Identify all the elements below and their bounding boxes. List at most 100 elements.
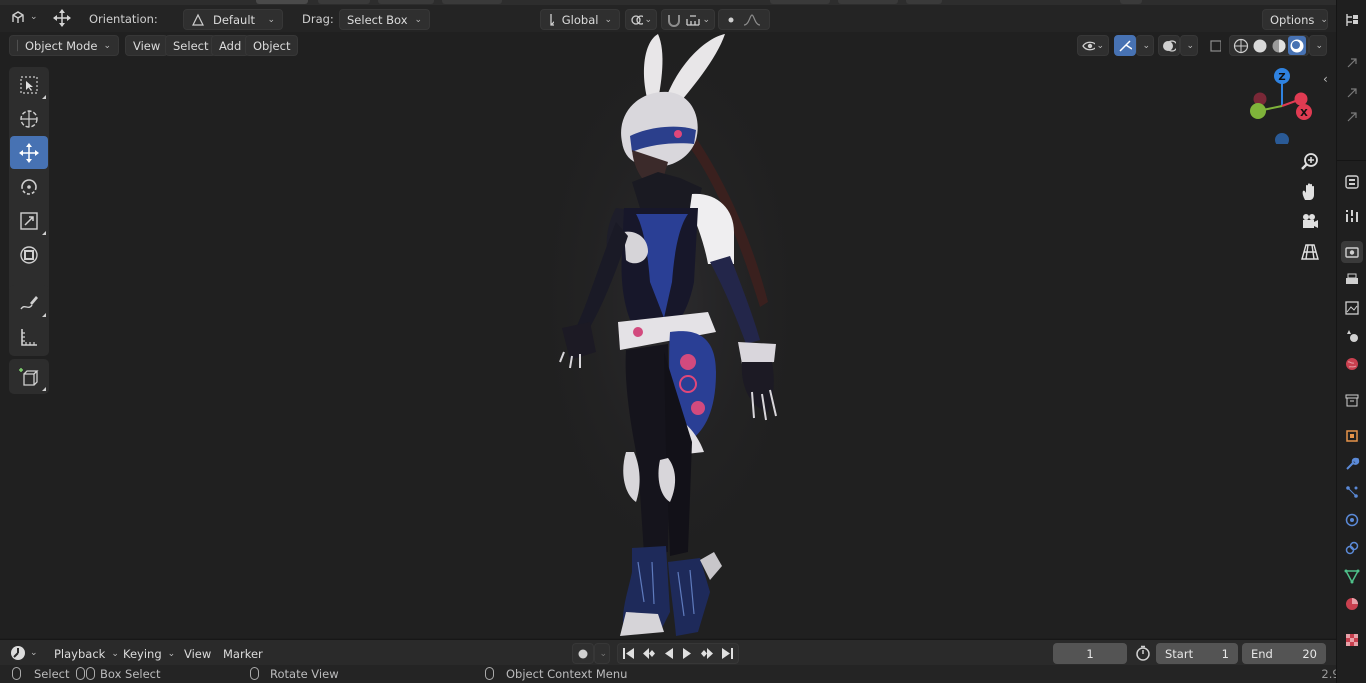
outliner-row-arrow[interactable] (1341, 82, 1363, 104)
outliner-row-arrow[interactable] (1341, 52, 1363, 74)
rendered-shading-button[interactable] (1288, 36, 1306, 55)
chevron-down-icon: ⌄ (30, 648, 38, 658)
current-frame-field[interactable]: 1 (1053, 643, 1127, 664)
menu-object[interactable]: Object (245, 35, 299, 56)
rotate-icon (21, 178, 37, 195)
tool-measure[interactable] (10, 320, 48, 353)
outliner-row-arrow[interactable] (1341, 106, 1363, 128)
jump-start-icon[interactable] (622, 647, 636, 660)
mode-dropdown[interactable]: Object Mode ⌄ (9, 35, 119, 56)
tool-rotate[interactable] (10, 170, 48, 203)
jump-keyframe-forward-icon[interactable] (699, 647, 715, 660)
tab-constraints[interactable] (1341, 537, 1363, 559)
tab-output[interactable] (1341, 269, 1363, 291)
tab-physics[interactable] (1341, 509, 1363, 531)
keying-menu[interactable]: Keying ⌄ (115, 643, 183, 664)
frame-start-field[interactable]: Start 1 (1156, 643, 1238, 664)
frame-end-field[interactable]: End 20 (1242, 643, 1326, 664)
tool-cursor[interactable] (10, 102, 48, 135)
tab-scene[interactable] (1341, 325, 1363, 347)
timeline-editor-type-button[interactable]: ⌄ (10, 645, 38, 661)
orientation-dropdown[interactable]: Default ⌄ (183, 9, 283, 30)
editor-type-button[interactable]: ⌄ (10, 9, 38, 25)
visibility-dropdown[interactable]: ⌄ (1077, 35, 1109, 56)
zoom-button[interactable] (1296, 148, 1324, 176)
toolbar-transform-group (9, 67, 49, 307)
workspace-tab[interactable] (838, 0, 898, 4)
gizmo-toggle[interactable] (1114, 35, 1136, 56)
workspace-tab[interactable] (906, 0, 942, 4)
jump-keyframe-back-icon[interactable] (641, 647, 657, 660)
tab-tool[interactable] (1341, 205, 1363, 227)
wireframe-shading-icon[interactable] (1232, 38, 1249, 54)
move-gizmo-icon[interactable] (52, 8, 72, 28)
properties-icon (1345, 175, 1359, 189)
pan-button[interactable] (1296, 178, 1324, 206)
material-shading-icon[interactable] (1270, 38, 1287, 54)
tab-material[interactable] (1341, 593, 1363, 615)
options-dropdown[interactable]: Options ⌄ (1262, 9, 1328, 30)
3d-viewport[interactable]: Object Mode ⌄ View Select Add Object ⌄ ⌄… (0, 32, 1336, 638)
tool-scale[interactable] (10, 204, 48, 237)
proportional-edit-icon (728, 17, 734, 22)
workspace-tab[interactable] (442, 0, 502, 4)
shading-mode-group[interactable] (1229, 35, 1309, 56)
solid-shading-icon[interactable] (1251, 38, 1268, 54)
drag-dropdown[interactable]: Select Box ⌄ (339, 9, 430, 30)
workspace-tab[interactable] (770, 0, 830, 4)
tool-select-box[interactable] (10, 68, 48, 101)
status-rotate-view: Rotate View (270, 667, 339, 681)
proportional-editing-group[interactable] (718, 9, 770, 30)
navigation-gizmo[interactable]: Z X (1244, 68, 1320, 144)
auto-keying-toggle[interactable] (572, 643, 594, 664)
workspace-tab[interactable] (318, 0, 370, 4)
mouse-rotate-icon (250, 667, 259, 680)
snapping-group[interactable]: ⌄ (661, 9, 715, 30)
play-icon[interactable] (680, 647, 694, 660)
marker-menu[interactable]: Marker (215, 643, 271, 664)
keying-set-dropdown[interactable]: ⌄ (594, 643, 610, 664)
mouse-right-icon (485, 667, 494, 680)
tool-transform[interactable] (10, 238, 48, 271)
tab-view-layer[interactable] (1341, 297, 1363, 319)
tool-annotate[interactable] (10, 286, 48, 319)
jump-end-icon[interactable] (720, 647, 734, 660)
tab-collection[interactable] (1341, 389, 1363, 411)
xray-toggle[interactable] (1204, 35, 1226, 56)
tool-add-cube[interactable] (10, 360, 48, 393)
pivot-point-dropdown[interactable]: ⌄ (625, 9, 657, 30)
workspace-tab[interactable] (1120, 0, 1142, 4)
ortho-toggle-button[interactable] (1296, 238, 1324, 266)
menu-view[interactable]: View (125, 35, 169, 56)
shading-dropdown[interactable]: ⌄ (1309, 35, 1327, 56)
timeline-view-menu[interactable]: View (176, 643, 219, 664)
move-icon (19, 142, 39, 163)
play-reverse-icon[interactable] (662, 647, 676, 660)
overlays-dropdown[interactable]: ⌄ (1180, 35, 1198, 56)
tab-data[interactable] (1341, 565, 1363, 587)
workspace-tab-active[interactable] (256, 0, 308, 4)
rendered-shading-icon (1290, 39, 1304, 52)
tab-texture[interactable] (1341, 629, 1363, 651)
tab-world[interactable] (1341, 353, 1363, 375)
menu-select[interactable]: Select (165, 35, 217, 56)
tab-render[interactable] (1341, 241, 1363, 263)
tab-modifiers[interactable] (1341, 453, 1363, 475)
sidebar-toggle-icon[interactable]: ‹ (1323, 72, 1328, 86)
gizmo-dropdown[interactable]: ⌄ (1136, 35, 1154, 56)
mouse-drag-icon (76, 667, 85, 680)
camera-view-button[interactable] (1296, 208, 1324, 236)
preview-range-toggle[interactable] (1135, 645, 1151, 661)
chevron-down-icon: ⌄ (267, 14, 275, 25)
overlays-toggle[interactable] (1158, 35, 1180, 56)
menu-add[interactable]: Add (211, 35, 250, 56)
workspace-tab[interactable] (378, 0, 434, 4)
properties-editor-button[interactable] (1341, 171, 1363, 193)
tool-move[interactable] (10, 136, 48, 169)
outliner-editor-button[interactable] (1341, 9, 1363, 31)
transform-orientation-dropdown[interactable]: Global ⌄ (540, 9, 620, 30)
character-model[interactable] (520, 32, 820, 638)
tab-particles[interactable] (1341, 481, 1363, 503)
global-axes-icon (550, 13, 554, 26)
tab-object[interactable] (1341, 425, 1363, 447)
